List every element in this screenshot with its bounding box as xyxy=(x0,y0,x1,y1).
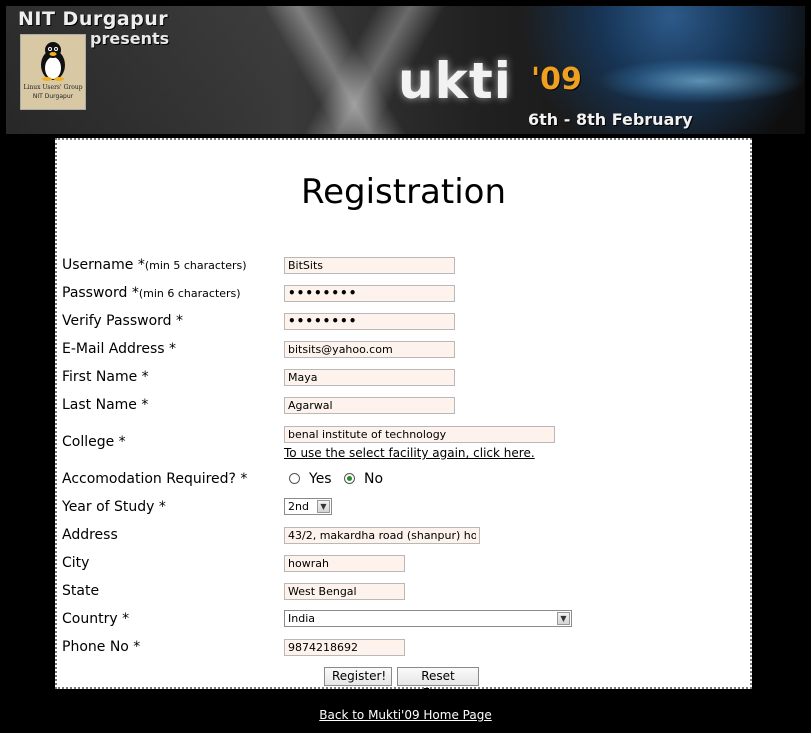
event-logo-text: ukti xyxy=(398,52,512,110)
logo-text-group: Linux Users' Group xyxy=(23,84,83,91)
address-label: Address xyxy=(62,527,118,543)
accommodation-label: Accomodation Required? * xyxy=(62,471,248,487)
accommodation-yes-label[interactable]: Yes xyxy=(309,471,332,487)
password-hint: (min 6 characters) xyxy=(138,287,241,300)
page-title: Registration xyxy=(300,172,507,212)
banner-presents: presents xyxy=(90,29,170,48)
email-label: E-Mail Address * xyxy=(62,341,176,357)
country-label: Country * xyxy=(62,611,130,627)
first-name-label: First Name * xyxy=(62,369,149,385)
back-to-home-link[interactable]: Back to Mukti'09 Home Page xyxy=(0,708,811,722)
year-of-study-label: Year of Study * xyxy=(62,499,166,515)
state-input[interactable] xyxy=(284,583,405,600)
reset-form-button[interactable]: Reset Form xyxy=(397,667,479,700)
accommodation-no-label[interactable]: No xyxy=(364,471,383,487)
registration-form: Registration Username *(min 5 characters… xyxy=(55,138,752,700)
verify-password-label: Verify Password * xyxy=(62,313,184,329)
first-name-input[interactable] xyxy=(284,369,455,386)
username-label: Username *(min 5 characters) xyxy=(62,257,247,273)
logo-text-institute: NIT Durgapur xyxy=(32,93,74,100)
phone-input[interactable] xyxy=(284,639,405,656)
chevron-down-icon[interactable]: ▼ xyxy=(557,612,570,625)
college-label: College * xyxy=(62,434,126,450)
event-dates: 6th - 8th February xyxy=(528,110,693,129)
event-banner: NIT Durgapur presents Linux Users' Group… xyxy=(6,6,805,134)
password-label: Password *(min 6 characters) xyxy=(62,285,241,301)
email-input[interactable] xyxy=(284,341,455,358)
event-year: '09 xyxy=(531,62,582,97)
country-select[interactable]: India ▼ xyxy=(284,610,572,627)
last-name-label: Last Name * xyxy=(62,397,149,413)
username-input[interactable] xyxy=(284,257,455,274)
banner-org-name: NIT Durgapur xyxy=(18,8,169,30)
college-input[interactable] xyxy=(284,426,555,443)
address-input[interactable] xyxy=(284,527,480,544)
banner-wave-graphic xyxy=(596,58,805,104)
country-value: India xyxy=(288,612,315,625)
username-label-text: Username * xyxy=(62,257,145,273)
college-select-link[interactable]: To use the select facility again, click … xyxy=(284,446,535,460)
verify-password-input[interactable]: •••••••• xyxy=(284,313,455,330)
chevron-down-icon[interactable]: ▼ xyxy=(317,500,330,513)
password-label-text: Password * xyxy=(62,285,139,301)
username-hint: (min 5 characters) xyxy=(144,259,247,272)
phone-label: Phone No * xyxy=(62,639,141,655)
lug-logo: Linux Users' Group NIT Durgapur xyxy=(20,34,86,110)
city-input[interactable] xyxy=(284,555,405,572)
last-name-input[interactable] xyxy=(284,397,455,414)
tux-penguin-icon xyxy=(41,42,65,81)
city-label: City xyxy=(62,555,90,571)
accommodation-no-radio[interactable] xyxy=(344,473,355,484)
accommodation-yes-radio[interactable] xyxy=(289,473,300,484)
year-of-study-select[interactable]: 2nd ▼ xyxy=(284,498,332,515)
password-input[interactable]: •••••••• xyxy=(284,285,455,302)
year-of-study-value: 2nd xyxy=(288,500,309,513)
register-button[interactable]: Register! xyxy=(324,667,392,686)
state-label: State xyxy=(62,583,100,599)
